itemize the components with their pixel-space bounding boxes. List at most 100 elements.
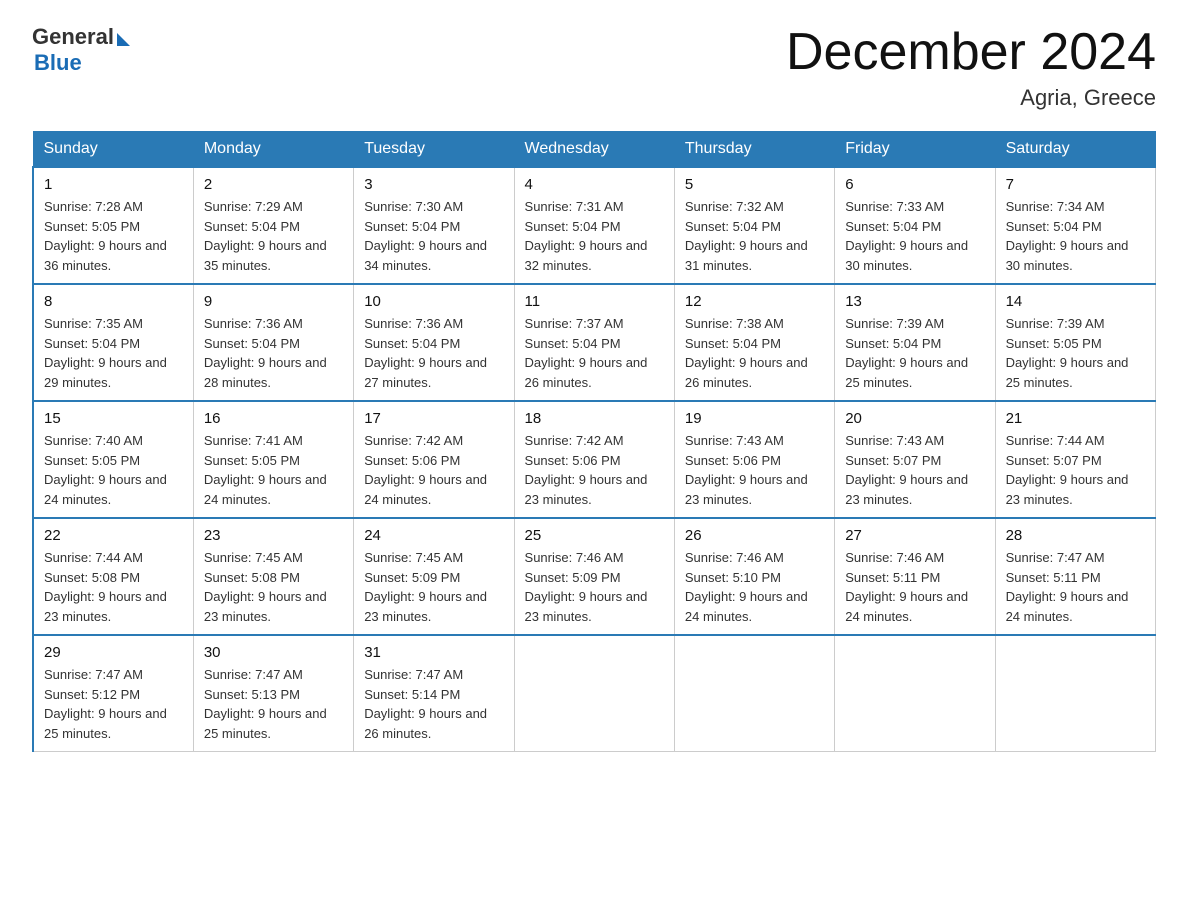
day-info: Sunrise: 7:47 AMSunset: 5:12 PMDaylight:…	[44, 665, 183, 743]
calendar-cell: 21 Sunrise: 7:44 AMSunset: 5:07 PMDayligh…	[995, 401, 1155, 518]
calendar-cell: 22 Sunrise: 7:44 AMSunset: 5:08 PMDayligh…	[33, 518, 193, 635]
day-number: 3	[364, 176, 503, 193]
day-info: Sunrise: 7:44 AMSunset: 5:08 PMDaylight:…	[44, 548, 183, 626]
column-header-wednesday: Wednesday	[514, 132, 674, 168]
calendar-cell: 9Sunrise: 7:36 AMSunset: 5:04 PMDaylight…	[193, 284, 353, 401]
day-number: 19	[685, 410, 824, 427]
logo: General Blue	[32, 24, 130, 76]
calendar-cell: 4 Sunrise: 7:31 AMSunset: 5:04 PMDaylight…	[514, 167, 674, 284]
calendar-cell: 12 Sunrise: 7:38 AMSunset: 5:04 PMDayligh…	[674, 284, 834, 401]
calendar-cell: 17 Sunrise: 7:42 AMSunset: 5:06 PMDayligh…	[354, 401, 514, 518]
day-number: 14	[1006, 293, 1145, 310]
day-info: Sunrise: 7:41 AMSunset: 5:05 PMDaylight:…	[204, 431, 343, 509]
title-area: December 2024 Agria, Greece	[786, 24, 1156, 111]
day-info: Sunrise: 7:47 AMSunset: 5:14 PMDaylight:…	[364, 665, 503, 743]
day-number: 25	[525, 527, 664, 544]
page-header: General Blue December 2024 Agria, Greece	[32, 24, 1156, 111]
calendar-cell	[674, 635, 834, 752]
day-number: 6	[845, 176, 984, 193]
day-info: Sunrise: 7:46 AMSunset: 5:11 PMDaylight:…	[845, 548, 984, 626]
day-number: 5	[685, 176, 824, 193]
day-number: 21	[1006, 410, 1145, 427]
calendar-cell: 2Sunrise: 7:29 AMSunset: 5:04 PMDaylight…	[193, 167, 353, 284]
calendar-cell: 30 Sunrise: 7:47 AMSunset: 5:13 PMDayligh…	[193, 635, 353, 752]
day-info: Sunrise: 7:37 AMSunset: 5:04 PMDaylight:…	[525, 314, 664, 392]
calendar-cell: 31 Sunrise: 7:47 AMSunset: 5:14 PMDayligh…	[354, 635, 514, 752]
column-header-sunday: Sunday	[33, 132, 193, 168]
day-number: 31	[364, 644, 503, 661]
day-info: Sunrise: 7:40 AMSunset: 5:05 PMDaylight:…	[44, 431, 183, 509]
calendar-week-row: 15Sunrise: 7:40 AMSunset: 5:05 PMDayligh…	[33, 401, 1156, 518]
day-number: 18	[525, 410, 664, 427]
day-info: Sunrise: 7:45 AMSunset: 5:09 PMDaylight:…	[364, 548, 503, 626]
calendar-cell: 7Sunrise: 7:34 AMSunset: 5:04 PMDaylight…	[995, 167, 1155, 284]
day-number: 9	[204, 293, 343, 310]
day-info: Sunrise: 7:47 AMSunset: 5:13 PMDaylight:…	[204, 665, 343, 743]
day-info: Sunrise: 7:42 AMSunset: 5:06 PMDaylight:…	[525, 431, 664, 509]
calendar-cell: 23Sunrise: 7:45 AMSunset: 5:08 PMDayligh…	[193, 518, 353, 635]
day-info: Sunrise: 7:39 AMSunset: 5:05 PMDaylight:…	[1006, 314, 1145, 392]
day-number: 24	[364, 527, 503, 544]
day-number: 1	[44, 176, 183, 193]
calendar-cell: 26 Sunrise: 7:46 AMSunset: 5:10 PMDayligh…	[674, 518, 834, 635]
day-info: Sunrise: 7:31 AMSunset: 5:04 PMDaylight:…	[525, 197, 664, 275]
day-number: 27	[845, 527, 984, 544]
column-header-monday: Monday	[193, 132, 353, 168]
day-number: 12	[685, 293, 824, 310]
day-info: Sunrise: 7:42 AMSunset: 5:06 PMDaylight:…	[364, 431, 503, 509]
calendar-header-row: SundayMondayTuesdayWednesdayThursdayFrid…	[33, 132, 1156, 168]
column-header-friday: Friday	[835, 132, 995, 168]
day-number: 10	[364, 293, 503, 310]
calendar-body: 1Sunrise: 7:28 AMSunset: 5:05 PMDaylight…	[33, 167, 1156, 752]
calendar-cell: 5 Sunrise: 7:32 AMSunset: 5:04 PMDaylight…	[674, 167, 834, 284]
day-info: Sunrise: 7:38 AMSunset: 5:04 PMDaylight:…	[685, 314, 824, 392]
day-number: 4	[525, 176, 664, 193]
logo-arrow-icon	[117, 33, 130, 46]
column-header-tuesday: Tuesday	[354, 132, 514, 168]
day-number: 17	[364, 410, 503, 427]
calendar-cell: 25 Sunrise: 7:46 AMSunset: 5:09 PMDayligh…	[514, 518, 674, 635]
day-number: 22	[44, 527, 183, 544]
calendar-cell: 11 Sunrise: 7:37 AMSunset: 5:04 PMDayligh…	[514, 284, 674, 401]
day-info: Sunrise: 7:29 AMSunset: 5:04 PMDaylight:…	[204, 197, 343, 275]
day-info: Sunrise: 7:46 AMSunset: 5:09 PMDaylight:…	[525, 548, 664, 626]
day-info: Sunrise: 7:36 AMSunset: 5:04 PMDaylight:…	[364, 314, 503, 392]
calendar-cell	[514, 635, 674, 752]
day-info: Sunrise: 7:33 AMSunset: 5:04 PMDaylight:…	[845, 197, 984, 275]
day-info: Sunrise: 7:32 AMSunset: 5:04 PMDaylight:…	[685, 197, 824, 275]
calendar-week-row: 29Sunrise: 7:47 AMSunset: 5:12 PMDayligh…	[33, 635, 1156, 752]
day-number: 11	[525, 293, 664, 310]
calendar-cell: 27 Sunrise: 7:46 AMSunset: 5:11 PMDayligh…	[835, 518, 995, 635]
day-info: Sunrise: 7:47 AMSunset: 5:11 PMDaylight:…	[1006, 548, 1145, 626]
column-header-saturday: Saturday	[995, 132, 1155, 168]
day-number: 7	[1006, 176, 1145, 193]
calendar-cell: 16Sunrise: 7:41 AMSunset: 5:05 PMDayligh…	[193, 401, 353, 518]
day-number: 30	[204, 644, 343, 661]
calendar-cell: 29Sunrise: 7:47 AMSunset: 5:12 PMDayligh…	[33, 635, 193, 752]
calendar-cell: 18 Sunrise: 7:42 AMSunset: 5:06 PMDayligh…	[514, 401, 674, 518]
calendar-cell: 20Sunrise: 7:43 AMSunset: 5:07 PMDayligh…	[835, 401, 995, 518]
day-number: 26	[685, 527, 824, 544]
calendar-subtitle: Agria, Greece	[786, 85, 1156, 111]
day-info: Sunrise: 7:30 AMSunset: 5:04 PMDaylight:…	[364, 197, 503, 275]
calendar-title: December 2024	[786, 24, 1156, 81]
calendar-week-row: 8Sunrise: 7:35 AMSunset: 5:04 PMDaylight…	[33, 284, 1156, 401]
calendar-cell: 14 Sunrise: 7:39 AMSunset: 5:05 PMDayligh…	[995, 284, 1155, 401]
calendar-cell: 8Sunrise: 7:35 AMSunset: 5:04 PMDaylight…	[33, 284, 193, 401]
day-info: Sunrise: 7:45 AMSunset: 5:08 PMDaylight:…	[204, 548, 343, 626]
calendar-table: SundayMondayTuesdayWednesdayThursdayFrid…	[32, 131, 1156, 752]
calendar-cell: 24 Sunrise: 7:45 AMSunset: 5:09 PMDayligh…	[354, 518, 514, 635]
day-info: Sunrise: 7:35 AMSunset: 5:04 PMDaylight:…	[44, 314, 183, 392]
calendar-cell	[835, 635, 995, 752]
day-info: Sunrise: 7:44 AMSunset: 5:07 PMDaylight:…	[1006, 431, 1145, 509]
day-number: 13	[845, 293, 984, 310]
day-info: Sunrise: 7:43 AMSunset: 5:06 PMDaylight:…	[685, 431, 824, 509]
calendar-week-row: 22 Sunrise: 7:44 AMSunset: 5:08 PMDayligh…	[33, 518, 1156, 635]
calendar-cell: 28Sunrise: 7:47 AMSunset: 5:11 PMDayligh…	[995, 518, 1155, 635]
day-info: Sunrise: 7:46 AMSunset: 5:10 PMDaylight:…	[685, 548, 824, 626]
calendar-cell: 19 Sunrise: 7:43 AMSunset: 5:06 PMDayligh…	[674, 401, 834, 518]
calendar-cell: 13Sunrise: 7:39 AMSunset: 5:04 PMDayligh…	[835, 284, 995, 401]
calendar-week-row: 1Sunrise: 7:28 AMSunset: 5:05 PMDaylight…	[33, 167, 1156, 284]
day-number: 20	[845, 410, 984, 427]
logo-general: General	[32, 24, 114, 50]
